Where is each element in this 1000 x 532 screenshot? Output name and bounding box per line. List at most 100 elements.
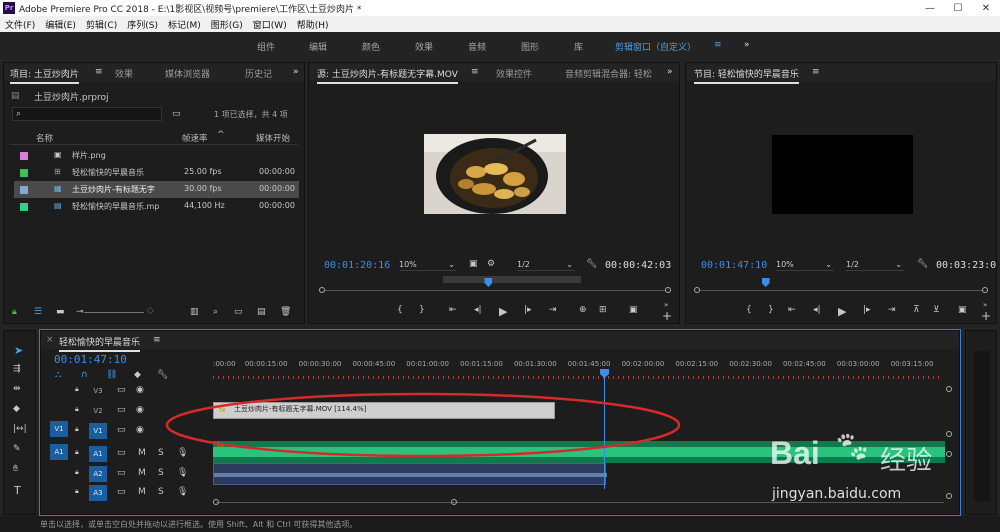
eye-icon[interactable]: ◉	[136, 426, 144, 435]
track-lock-icon[interactable]: 🔒︎	[75, 449, 79, 456]
track-target-v3[interactable]: V3	[89, 383, 107, 399]
mark-out-icon[interactable]: }	[768, 306, 774, 315]
sync-lock-icon[interactable]: ▭	[117, 449, 126, 458]
export-frame-icon[interactable]: ▣	[958, 306, 967, 315]
tab-sequence[interactable]: 轻松愉快的早晨音乐	[59, 335, 141, 352]
source-timecode-current[interactable]: 00:01:20:16	[324, 260, 390, 271]
workspace-graphics[interactable]: 图形	[521, 40, 539, 53]
tab-effect-controls[interactable]: 效果控件	[496, 67, 532, 80]
tab-project-menu-icon[interactable]: ≡	[95, 67, 103, 77]
extract-icon[interactable]: ⊻	[933, 306, 940, 315]
list-item-selected[interactable]: ▦ 土豆炒肉片-有标题无字 30.00 fps 00:00:00	[14, 181, 299, 198]
minimize-icon[interactable]: —	[916, 0, 944, 16]
lift-icon[interactable]: ⊼	[913, 306, 920, 315]
panel-more-icon[interactable]: »	[293, 67, 299, 77]
mark-in-icon[interactable]: {	[746, 306, 752, 315]
scroll-start-handle[interactable]	[213, 499, 219, 505]
program-timecode-current[interactable]: 00:01:47:10	[701, 260, 767, 271]
menu-graphics[interactable]: 图形(G)	[206, 18, 248, 31]
freeform-view-icon[interactable]: ⊸	[76, 308, 84, 317]
list-view-icon[interactable]: ☰	[34, 308, 42, 317]
menu-help[interactable]: 帮助(H)	[292, 18, 334, 31]
trash-icon[interactable]: 🗑︎	[280, 308, 291, 317]
sync-lock-icon[interactable]: ▭	[117, 406, 126, 415]
linked-selection-icon[interactable]: ⛓︎	[106, 371, 117, 380]
hand-tool-icon[interactable]: ✋︎	[13, 465, 18, 474]
add-button-icon[interactable]: +	[662, 310, 672, 322]
workspace-menu-icon[interactable]: ≡	[714, 40, 722, 50]
list-item[interactable]: ▤ 轻松愉快的早晨音乐.mp 44,100 Hz 00:00:00	[14, 198, 299, 215]
list-item[interactable]: ▣ 样片.png	[14, 147, 299, 164]
find-icon[interactable]: ⌕	[213, 308, 218, 317]
add-marker-icon[interactable]: ◆	[134, 371, 141, 380]
tab-effects[interactable]: 效果	[115, 67, 133, 80]
track-target-v2[interactable]: V2	[89, 403, 107, 419]
go-to-in-icon[interactable]: ⇤	[788, 306, 796, 315]
resolution-dropdown[interactable]: 1/2 ⌄	[517, 260, 575, 271]
tab-audio-clip-mixer[interactable]: 音频剪辑混合器: 轻松	[565, 67, 652, 80]
wrench-icon[interactable]: 🔧︎	[586, 260, 597, 269]
mute-button[interactable]: M	[138, 449, 146, 458]
scrub-start-handle[interactable]	[694, 287, 700, 293]
scroll-end-handle[interactable]	[451, 499, 457, 505]
sort-up-icon[interactable]: ^	[217, 130, 225, 140]
workspace-editing[interactable]: 编辑	[309, 40, 327, 53]
ripple-edit-tool-icon[interactable]: ⇹	[13, 385, 21, 394]
scrub-end-handle[interactable]	[665, 287, 671, 293]
zoom-dropdown[interactable]: 10% ⌄	[399, 260, 457, 271]
solo-button[interactable]: S	[158, 488, 164, 497]
mute-button[interactable]: M	[138, 488, 146, 497]
tab-project[interactable]: 项目: 土豆炒肉片	[10, 67, 79, 84]
sync-lock-icon[interactable]: ▭	[117, 386, 126, 395]
more-controls-icon[interactable]: »	[983, 302, 987, 309]
slip-tool-icon[interactable]: |↔|	[13, 425, 27, 434]
audio-clip-a2[interactable]	[213, 463, 607, 485]
vscroll-handle-top[interactable]	[946, 386, 952, 392]
tab-program[interactable]: 节目: 轻松愉快的早晨音乐	[694, 67, 799, 84]
type-tool-icon[interactable]: T	[14, 485, 21, 496]
mark-in-icon[interactable]: {	[397, 306, 403, 315]
panel-more-icon[interactable]: »	[667, 67, 673, 77]
timeline-settings-icon[interactable]: 🔧︎	[157, 371, 168, 380]
icon-view-icon[interactable]: ▬	[56, 308, 65, 317]
add-button-icon[interactable]: +	[981, 310, 991, 322]
lock-icon[interactable]: 🔒︎	[12, 308, 17, 317]
wrench-icon[interactable]: 🔧︎	[917, 260, 928, 269]
menu-clip[interactable]: 剪辑(C)	[81, 18, 122, 31]
go-to-out-icon[interactable]: ⇥	[549, 306, 557, 315]
step-back-icon[interactable]: ◂|	[474, 306, 482, 315]
step-forward-icon[interactable]: |▸	[863, 306, 871, 315]
workspace-effects[interactable]: 效果	[415, 40, 433, 53]
sync-lock-icon[interactable]: ▭	[117, 469, 126, 478]
source-playhead[interactable]	[484, 278, 493, 287]
sync-lock-icon[interactable]: ▭	[117, 426, 126, 435]
automate-sequence-icon[interactable]: ▥	[190, 308, 199, 317]
settings-icon[interactable]: ⚙︎	[487, 260, 495, 269]
resolution-dropdown[interactable]: 1/2 ⌄	[846, 260, 904, 271]
snap-icon[interactable]: ∩	[81, 371, 88, 380]
track-lock-icon[interactable]: 🔒︎	[75, 488, 79, 495]
close-icon[interactable]: ✕	[972, 0, 1000, 16]
pen-tool-icon[interactable]: ✎	[13, 445, 21, 454]
nest-icon[interactable]: ⛬	[55, 371, 61, 380]
more-controls-icon[interactable]: »	[664, 302, 668, 309]
new-item-icon[interactable]: ▤	[257, 308, 266, 317]
track-lock-icon[interactable]: 🔒︎	[75, 426, 79, 433]
workspace-color[interactable]: 颜色	[362, 40, 380, 53]
tab-source[interactable]: 源: 土豆炒肉片-有标题无字幕.MOV	[317, 67, 458, 84]
step-forward-icon[interactable]: |▸	[524, 306, 532, 315]
track-target-a3[interactable]: A3	[89, 485, 107, 501]
solo-button[interactable]: S	[158, 469, 164, 478]
track-target-a2[interactable]: A2	[89, 466, 107, 482]
menu-file[interactable]: 文件(F)	[0, 18, 40, 31]
zoom-slider[interactable]	[84, 312, 144, 313]
program-scrub-bar[interactable]	[694, 287, 988, 293]
scrub-start-handle[interactable]	[319, 287, 325, 293]
tab-history[interactable]: 历史记	[245, 67, 272, 80]
menu-sequence[interactable]: 序列(S)	[122, 18, 163, 31]
track-lock-icon[interactable]: 🔒︎	[75, 386, 79, 393]
track-select-tool-icon[interactable]: ⇶	[13, 365, 21, 374]
export-frame-icon[interactable]: ▣	[629, 306, 638, 315]
scrub-end-handle[interactable]	[982, 287, 988, 293]
eye-icon[interactable]: ◉	[136, 386, 144, 395]
